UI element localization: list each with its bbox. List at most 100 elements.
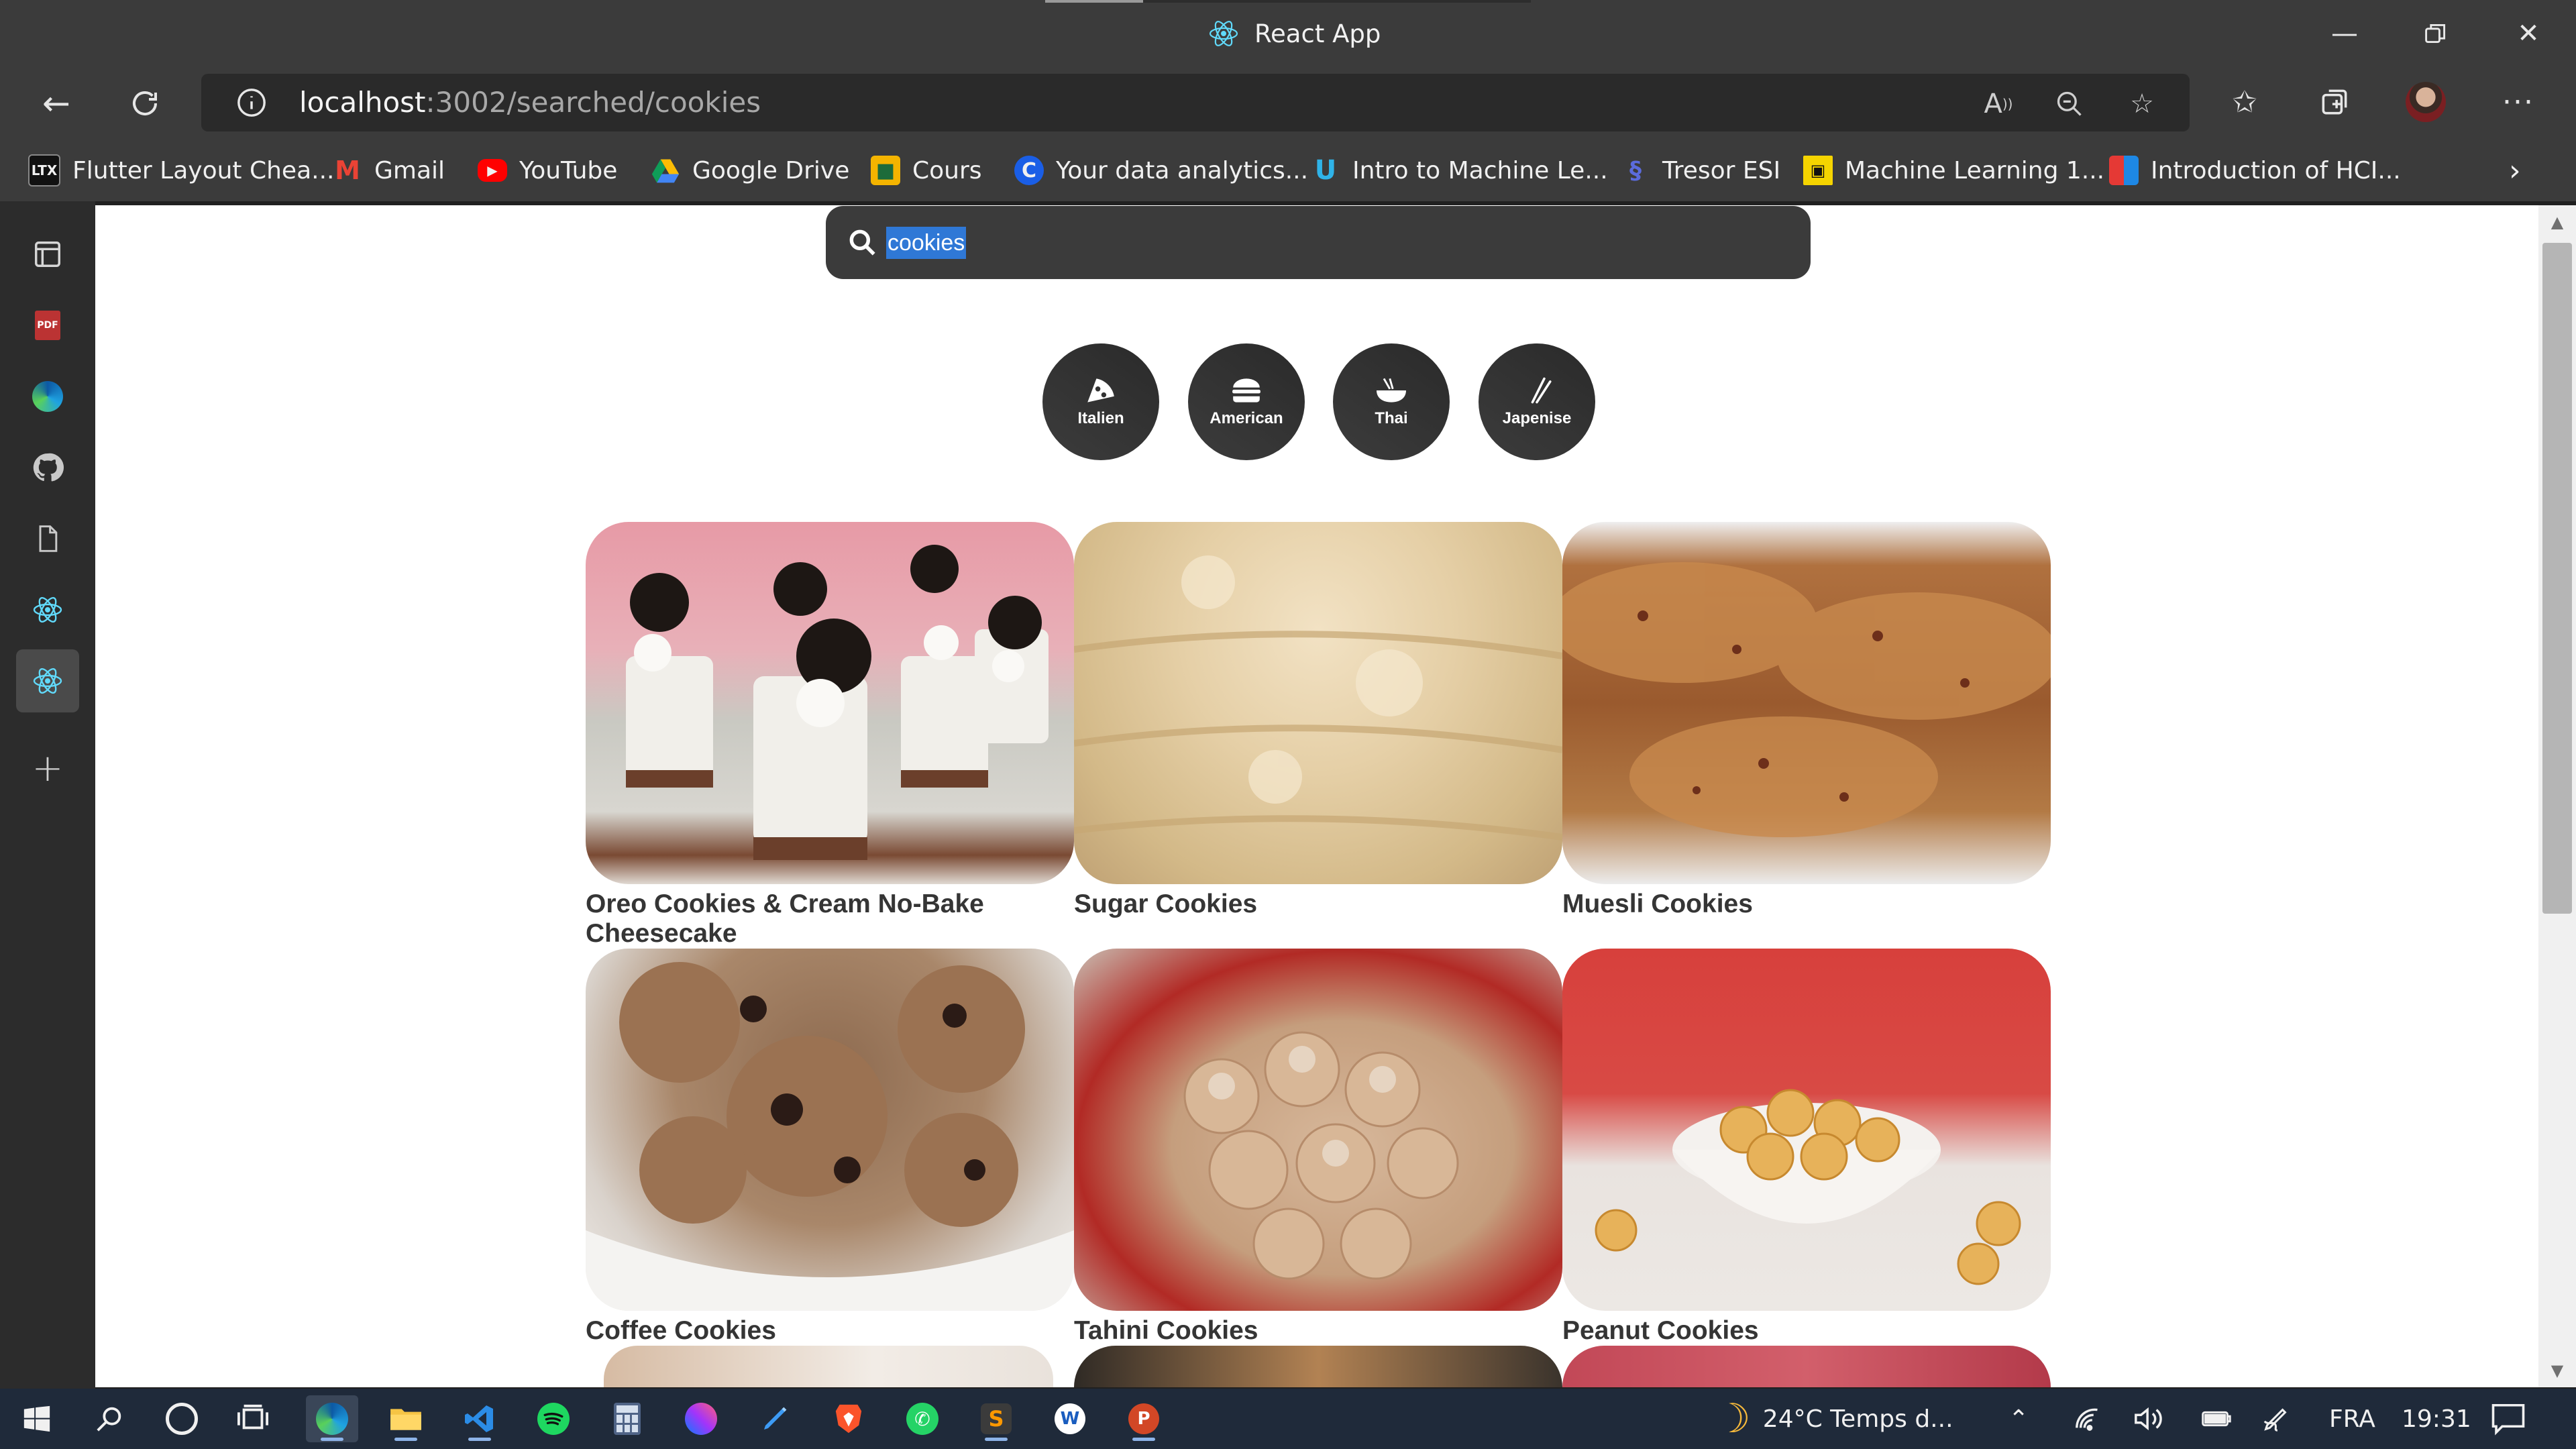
favorites-icon[interactable]: ✩: [2222, 79, 2267, 125]
close-window-button[interactable]: ✕: [2498, 13, 2559, 54]
profile-avatar[interactable]: [2403, 79, 2449, 125]
scroll-down-icon[interactable]: ▼: [2538, 1354, 2576, 1387]
recipe-image[interactable]: [1074, 522, 1562, 884]
recipe-card[interactable]: Oreo Cookies & Cream No-Bake Cheesecake: [586, 522, 1074, 949]
spotify-icon[interactable]: [527, 1395, 580, 1442]
address-bar[interactable]: localhost:3002/searched/cookies A)) ☆: [201, 74, 2190, 131]
category-thai-button[interactable]: Thai: [1333, 343, 1450, 460]
recipe-image[interactable]: [586, 522, 1074, 884]
more-menu-icon[interactable]: ···: [2496, 79, 2541, 125]
pen-workspace-icon[interactable]: [2261, 1398, 2292, 1440]
recipe-image[interactable]: [1074, 949, 1562, 1311]
recipe-card[interactable]: Peanut Cookies: [1562, 949, 2051, 1346]
recipe-title[interactable]: Muesli Cookies: [1562, 890, 2051, 919]
wifi-icon[interactable]: [2074, 1398, 2105, 1440]
recipe-card[interactable]: Coffee Cookies: [586, 949, 1074, 1346]
recipe-image[interactable]: [1562, 949, 2051, 1311]
pdf-icon[interactable]: PDF: [16, 294, 79, 357]
recipe-image[interactable]: [586, 949, 1074, 1311]
whatsapp-icon[interactable]: ✆: [896, 1395, 949, 1442]
scrollbar-thumb[interactable]: [2542, 243, 2572, 914]
powerpoint-icon[interactable]: P: [1118, 1395, 1170, 1442]
minimize-button[interactable]: —: [2314, 13, 2375, 54]
weather-text: 24°C Temps d...: [1762, 1405, 1953, 1433]
edge-icon[interactable]: [306, 1395, 358, 1442]
react-icon-active[interactable]: [16, 649, 79, 712]
tab-actions-icon[interactable]: [16, 223, 79, 286]
back-button[interactable]: ←: [32, 79, 80, 127]
read-aloud-icon[interactable]: A)): [1983, 89, 2014, 119]
search-icon[interactable]: [83, 1395, 136, 1442]
favorite-label: Introduction of HCI...: [2151, 156, 2401, 184]
favorite-item[interactable]: Google Drive: [651, 152, 849, 189]
sublime-icon[interactable]: S: [970, 1395, 1022, 1442]
language-indicator[interactable]: FRA: [2329, 1398, 2375, 1440]
notification-center-icon[interactable]: [2490, 1398, 2526, 1440]
favorite-item[interactable]: M Gmail: [333, 152, 445, 189]
messenger-icon[interactable]: [675, 1395, 727, 1442]
add-favorite-icon[interactable]: ☆: [2127, 89, 2157, 119]
site-info-icon[interactable]: [236, 87, 267, 118]
show-hidden-icons-chevron-icon[interactable]: ⌃: [2008, 1398, 2029, 1440]
volume-icon[interactable]: [2133, 1398, 2167, 1440]
favorite-item[interactable]: § Tresor ESI: [1621, 152, 1780, 189]
tab-strip-indicator[interactable]: [1045, 0, 1531, 3]
edge-icon[interactable]: [16, 365, 79, 428]
cortana-icon[interactable]: [156, 1395, 208, 1442]
recipe-card[interactable]: Muesli Cookies: [1562, 522, 2051, 919]
gmail-icon: M: [335, 156, 360, 185]
calculator-icon[interactable]: [601, 1395, 653, 1442]
brave-icon[interactable]: [822, 1395, 875, 1442]
zoom-out-icon[interactable]: [2054, 89, 2085, 119]
bookmark-icon: [2109, 156, 2139, 185]
search-input-value[interactable]: cookies: [886, 227, 967, 259]
favorite-item[interactable]: Introduction of HCI...: [2109, 152, 2401, 189]
favorite-item[interactable]: U Intro to Machine Le...: [1311, 152, 1608, 189]
favorite-item[interactable]: ■ Cours: [871, 152, 982, 189]
pen-app-icon[interactable]: [749, 1395, 801, 1442]
clock[interactable]: 19:31: [2402, 1398, 2471, 1440]
search-icon: [849, 229, 875, 256]
url-text[interactable]: localhost:3002/searched/cookies: [299, 86, 761, 119]
recipe-card[interactable]: Sugar Cookies: [1074, 522, 1562, 919]
recipe-title[interactable]: Coffee Cookies: [586, 1316, 1074, 1346]
battery-icon[interactable]: [2199, 1398, 2233, 1440]
word-icon[interactable]: W: [1044, 1395, 1096, 1442]
browser-sidebar: PDF +: [0, 201, 95, 1389]
recipe-image-partial[interactable]: [604, 1346, 1053, 1387]
collections-icon[interactable]: [2312, 79, 2357, 125]
scroll-up-icon[interactable]: ▲: [2538, 205, 2576, 239]
vscode-icon[interactable]: [453, 1395, 506, 1442]
file-explorer-icon[interactable]: [380, 1395, 432, 1442]
weather-widget[interactable]: ☽ 24°C Temps d...: [1715, 1395, 1953, 1442]
windows-start-icon[interactable]: [11, 1395, 63, 1442]
category-italien-button[interactable]: Italien: [1042, 343, 1159, 460]
recipe-title[interactable]: Tahini Cookies: [1074, 1316, 1562, 1346]
file-icon[interactable]: [16, 507, 79, 570]
window-title: React App: [1208, 15, 1381, 52]
github-icon[interactable]: [16, 436, 79, 499]
favorite-item[interactable]: C Your data analytics...: [1014, 152, 1308, 189]
favorite-item[interactable]: LTX Flutter Layout Chea...: [28, 152, 334, 189]
favorite-label: Tresor ESI: [1662, 156, 1781, 184]
recipe-title[interactable]: Oreo Cookies & Cream No-Bake Cheesecake: [586, 890, 1074, 949]
favorites-overflow-chevron-icon[interactable]: ›: [2509, 152, 2521, 189]
recipe-image-partial[interactable]: [1562, 1346, 2051, 1387]
task-view-icon[interactable]: [227, 1395, 279, 1442]
page-scrollbar[interactable]: ▲ ▼: [2538, 205, 2576, 1387]
favorite-item[interactable]: ▣ Machine Learning 1...: [1803, 152, 2104, 189]
add-icon[interactable]: +: [16, 737, 79, 800]
react-icon[interactable]: [16, 578, 79, 641]
restore-button[interactable]: [2406, 13, 2466, 54]
category-american-button[interactable]: American: [1188, 343, 1305, 460]
recipe-title[interactable]: Sugar Cookies: [1074, 890, 1562, 919]
favorite-item[interactable]: ▶ YouTube: [478, 152, 617, 189]
category-japenise-button[interactable]: Japenise: [1479, 343, 1595, 460]
refresh-button[interactable]: [121, 79, 169, 127]
youtube-icon: ▶: [478, 159, 507, 182]
recipe-image-partial[interactable]: [1074, 1346, 1562, 1387]
recipe-image[interactable]: [1562, 522, 2051, 884]
search-form[interactable]: cookies: [826, 206, 1811, 279]
recipe-card[interactable]: Tahini Cookies: [1074, 949, 1562, 1346]
recipe-title[interactable]: Peanut Cookies: [1562, 1316, 2051, 1346]
